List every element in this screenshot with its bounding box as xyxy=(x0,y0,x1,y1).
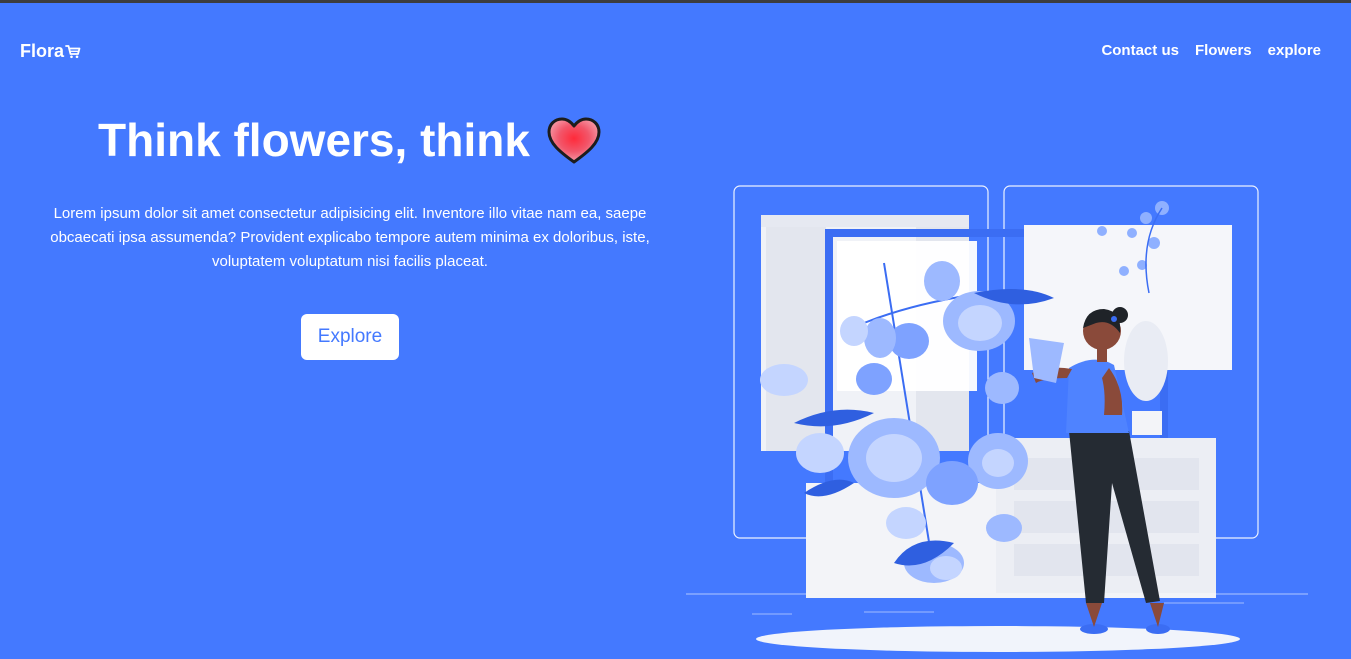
nav-link-contact[interactable]: Contact us xyxy=(1101,42,1179,59)
cart-icon xyxy=(65,45,81,59)
hero-title: Think flowers, think xyxy=(40,113,660,168)
hero-description: Lorem ipsum dolor sit amet consectetur a… xyxy=(50,205,650,271)
nav-links: Contact us Flowers explore xyxy=(1101,42,1321,59)
hero-section: Think flowers, think Lorem ipsum dolor s… xyxy=(40,113,660,361)
explore-button[interactable]: Explore xyxy=(300,314,400,361)
nav-link-flowers[interactable]: Flowers xyxy=(1195,42,1252,59)
brand-logo[interactable]: Flora xyxy=(20,41,81,62)
heart-icon xyxy=(547,117,601,164)
nav-link-explore[interactable]: explore xyxy=(1268,42,1321,59)
hero-title-text: Think flowers, think xyxy=(98,114,530,166)
brand-name: Flora xyxy=(20,41,65,61)
woman-watering-flowers-illustration xyxy=(686,185,1308,652)
landing-page: Flora Contact us Flowers explore Think f… xyxy=(0,3,1351,659)
navbar: Flora Contact us Flowers explore xyxy=(0,3,1351,99)
